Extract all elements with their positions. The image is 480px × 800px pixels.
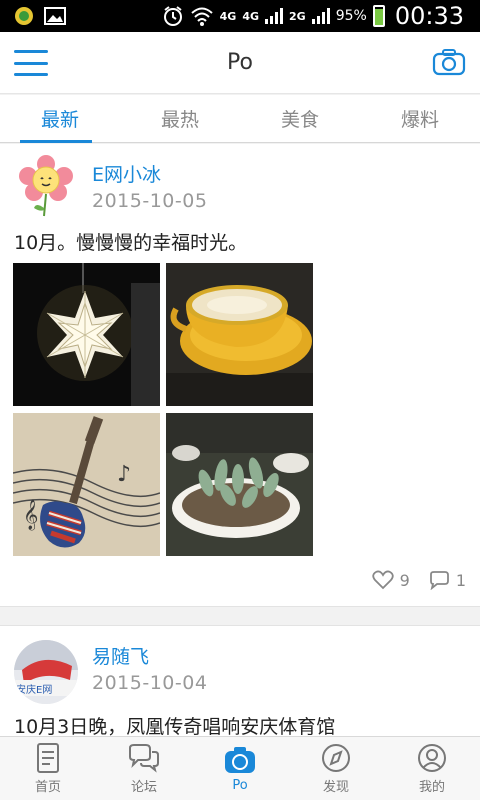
user-name[interactable]: E网小冰: [92, 160, 161, 187]
nav-mine[interactable]: 我的: [384, 737, 480, 800]
signal-icon: [265, 8, 284, 24]
clock: 00:33: [394, 2, 464, 30]
user-icon: [418, 744, 446, 772]
status-bar: 4G 4G 2G 95% 00:33: [0, 0, 480, 32]
camera-icon[interactable]: [432, 48, 466, 76]
post-date: 2015-10-04: [92, 672, 208, 694]
post-card[interactable]: 安庆E网 易随飞 2015-10-04 10月3日晚，凤凰传奇唱响安庆体育馆: [0, 626, 480, 736]
compass-icon: [322, 744, 350, 772]
battery-percent: 95%: [335, 8, 367, 24]
nav-forum-label: 论坛: [130, 780, 157, 795]
photo-succulent-plants[interactable]: [166, 413, 313, 556]
like-button[interactable]: 9: [371, 570, 410, 590]
document-icon: [37, 743, 59, 773]
post-feed[interactable]: E网小冰 2015-10-05 10月。慢慢慢的幸福时光。 ♪ 𝄞 9 1 安庆…: [0, 144, 480, 736]
comment-button[interactable]: 1: [428, 570, 466, 590]
category-tabs: 最新 最热 美食 爆料: [0, 95, 480, 143]
tab-food[interactable]: 美食: [240, 95, 360, 142]
user-name[interactable]: 易随飞: [92, 642, 149, 669]
nav-home-label: 首页: [34, 780, 61, 795]
nav-po-label: Po: [232, 778, 248, 793]
comment-count: 1: [455, 570, 466, 590]
tab-breaking[interactable]: 爆料: [360, 95, 480, 142]
svg-text:♪: ♪: [117, 462, 131, 487]
nav-po[interactable]: Po: [192, 737, 288, 800]
network-type-3: 2G: [289, 9, 306, 23]
comment-icon: [429, 571, 449, 590]
like-count: 9: [399, 570, 410, 590]
avatar[interactable]: 安庆E网: [14, 640, 78, 704]
chat-bubbles-icon: [129, 744, 159, 773]
card-divider: [0, 606, 480, 626]
photo-guitar-wall-art[interactable]: ♪ 𝄞: [13, 413, 160, 556]
post-text: 10月3日晚，凤凰传奇唱响安庆体育馆: [14, 716, 336, 736]
post-card[interactable]: E网小冰 2015-10-05 10月。慢慢慢的幸福时光。 ♪ 𝄞 9 1: [0, 144, 480, 606]
svg-text:安庆E网: 安庆E网: [16, 683, 52, 696]
tab-hottest[interactable]: 最热: [120, 95, 240, 142]
nav-forum[interactable]: 论坛: [96, 737, 192, 800]
app-header: Po: [0, 32, 480, 94]
bottom-navigation: 首页 论坛 Po 发现 我的: [0, 736, 480, 800]
photo-coffee-cup[interactable]: [166, 263, 313, 406]
menu-icon[interactable]: [14, 50, 48, 76]
nav-home[interactable]: 首页: [0, 737, 96, 800]
camera-icon: [225, 747, 255, 773]
avatar[interactable]: [14, 154, 78, 218]
post-stats: 9 1: [362, 570, 466, 590]
battery-icon: [372, 5, 385, 27]
page-title: Po: [227, 50, 253, 75]
image-notification-icon: [44, 7, 66, 25]
app-notification-icon: [15, 7, 33, 25]
nav-discover-label: 发现: [322, 780, 349, 795]
wifi-icon: [190, 7, 213, 26]
signal-icon-2: [311, 8, 330, 24]
photo-star-lamp[interactable]: [13, 263, 160, 406]
network-type-2: 4G: [242, 9, 260, 23]
nav-discover[interactable]: 发现: [288, 737, 384, 800]
post-text: 10月。慢慢慢的幸福时光。: [14, 232, 248, 254]
network-type-1: 4G: [219, 9, 237, 23]
post-date: 2015-10-05: [92, 190, 208, 212]
tab-latest[interactable]: 最新: [0, 95, 120, 143]
svg-text:𝄞: 𝄞: [23, 499, 38, 531]
alarm-icon: [163, 6, 182, 26]
nav-mine-label: 我的: [418, 780, 445, 795]
heart-icon: [371, 570, 394, 590]
